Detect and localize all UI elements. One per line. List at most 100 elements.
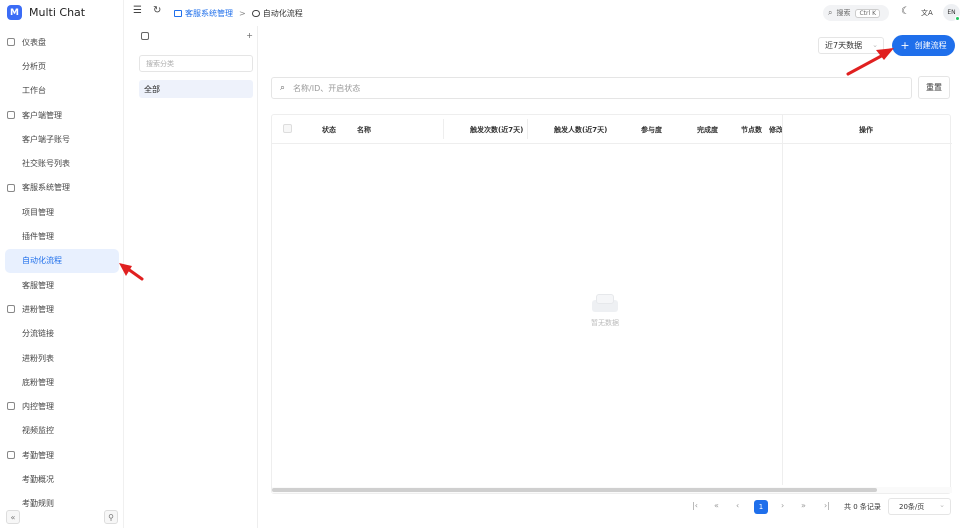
- scrollbar-thumb[interactable]: [272, 488, 877, 492]
- service-icon: [174, 10, 182, 17]
- sidebar-group-3[interactable]: 客户端管理: [0, 103, 124, 127]
- add-category-button[interactable]: +: [246, 31, 253, 40]
- reset-button[interactable]: 重置: [918, 76, 950, 99]
- create-flow-label: 创建流程: [914, 41, 947, 50]
- theme-toggle-icon[interactable]: ☾: [901, 6, 910, 17]
- search-icon: ⌕: [828, 8, 833, 17]
- breadcrumb-separator: >: [239, 9, 246, 18]
- sidebar-item-label: 客户端管理: [22, 110, 62, 120]
- column-completion[interactable]: 完成度: [697, 125, 718, 135]
- app-root: M Multi Chat 仪表盘 分析页 工作台 客户端管理 客户端子账号 社交账号列表客…: [0, 0, 967, 528]
- sidebar: M Multi Chat 仪表盘 分析页 工作台 客户端管理 客户端子账号 社交账号列表客…: [0, 0, 124, 528]
- last-page-icon[interactable]: ›|: [824, 501, 830, 510]
- sidebar-item-label: 自动化流程: [22, 256, 62, 266]
- logo-icon: M: [7, 5, 22, 20]
- sidebar-item-4[interactable]: 客户端子账号: [0, 127, 124, 151]
- category-panel: + 搜索分类 全部: [133, 26, 258, 528]
- sidebar-item-label: 底粉管理: [22, 377, 54, 387]
- period-select[interactable]: 近7天数据 ⌄: [818, 37, 884, 54]
- sidebar-item-10[interactable]: 客服管理: [0, 273, 124, 297]
- sidebar-item-16[interactable]: 视频监控: [0, 419, 124, 443]
- horizontal-scrollbar[interactable]: [272, 487, 952, 493]
- flow-icon: [251, 10, 260, 17]
- service-icon: [7, 183, 15, 192]
- sidebar-item-label: 工作台: [22, 86, 46, 96]
- sidebar-item-7[interactable]: 项目管理: [0, 200, 124, 224]
- flow-filter-input[interactable]: ⌕ 名称/ID、开启状态: [271, 77, 912, 99]
- refresh-icon[interactable]: ↻: [153, 5, 161, 16]
- topbar: ☰ ↻ 客服系统管理 > 自动化流程 ⌕ 搜索 Ctrl K ☾ 文A EN: [124, 0, 967, 26]
- sidebar-item-label: 客服系统管理: [22, 183, 70, 193]
- sidebar-item-13[interactable]: 进粉列表: [0, 346, 124, 370]
- sidebar-item-label: 进粉列表: [22, 353, 54, 363]
- column-trigger-users[interactable]: 触发人数(近7天): [554, 125, 607, 135]
- language-label: EN: [947, 9, 956, 16]
- sidebar-item-8[interactable]: 插件管理: [0, 224, 124, 248]
- table-header: 状态 名称 触发次数(近7天) 触发人数(近7天) 参与度 完成度 节点数 修改…: [272, 115, 952, 144]
- sidebar-item-2[interactable]: 工作台: [0, 79, 124, 103]
- next-five-icon[interactable]: »: [801, 501, 806, 510]
- translate-icon[interactable]: 文A: [921, 8, 933, 18]
- page-size-value: 20条/页: [899, 502, 925, 511]
- sidebar-item-label: 考勤概况: [22, 474, 54, 484]
- global-search[interactable]: ⌕ 搜索 Ctrl K: [823, 5, 889, 21]
- page-button-current[interactable]: 1: [754, 500, 768, 514]
- next-page-icon[interactable]: ›: [781, 501, 784, 510]
- category-search-input[interactable]: 搜索分类: [139, 55, 253, 72]
- category-header: +: [141, 31, 253, 44]
- empty-box-icon: [590, 292, 620, 314]
- user-add-icon: [7, 305, 15, 314]
- sidebar-item-14[interactable]: 底粉管理: [0, 370, 124, 394]
- sidebar-footer: « ⚲: [0, 510, 124, 528]
- dashboard-icon: [7, 38, 15, 46]
- prev-five-icon[interactable]: «: [714, 501, 719, 510]
- column-participation[interactable]: 参与度: [641, 125, 662, 135]
- sidebar-item-label: 内控管理: [22, 402, 54, 412]
- flow-filter-placeholder: 名称/ID、开启状态: [293, 83, 361, 93]
- create-flow-button[interactable]: + 创建流程: [892, 35, 955, 56]
- user-icon: [7, 110, 15, 119]
- app-logo[interactable]: M Multi Chat: [7, 4, 85, 21]
- column-status[interactable]: 状态: [322, 125, 336, 135]
- menu-toggle-icon[interactable]: ☰: [133, 5, 142, 16]
- select-all-checkbox[interactable]: [283, 124, 292, 133]
- sidebar-item-label: 社交账号列表: [22, 159, 70, 169]
- page-size-select[interactable]: 20条/页 ⌄: [888, 498, 951, 515]
- sidebar-group-6[interactable]: 客服系统管理: [0, 176, 124, 200]
- column-node-count[interactable]: 节点数: [741, 125, 762, 135]
- online-status-dot: [955, 16, 960, 21]
- user-avatar[interactable]: EN: [943, 4, 960, 21]
- sidebar-item-1[interactable]: 分析页: [0, 54, 124, 78]
- empty-text: 暂无数据: [591, 319, 619, 327]
- folder-icon: [141, 32, 149, 40]
- sidebar-group-17[interactable]: 考勤管理: [0, 443, 124, 467]
- sidebar-item-9[interactable]: 自动化流程: [5, 248, 119, 273]
- pin-sidebar-button[interactable]: ⚲: [104, 510, 118, 524]
- column-divider: [443, 119, 444, 139]
- sidebar-nav: 仪表盘 分析页工作台客户端管理客户端子账号 社交账号列表 客服系统管理项目管理 插件管理…: [0, 30, 124, 516]
- column-trigger-count[interactable]: 触发次数(近7天): [470, 125, 523, 135]
- sidebar-group-11[interactable]: 进粉管理: [0, 297, 124, 321]
- first-page-icon[interactable]: |‹: [692, 501, 698, 510]
- empty-state: 暂无数据: [590, 292, 620, 328]
- collapse-sidebar-button[interactable]: «: [6, 510, 20, 524]
- total-records: 共 0 条记录: [844, 503, 881, 511]
- chevron-down-icon: ⌄: [939, 501, 945, 509]
- sidebar-item-12[interactable]: 分流链接: [0, 322, 124, 346]
- sidebar-item-18[interactable]: 考勤概况: [0, 467, 124, 491]
- sidebar-item-5[interactable]: 社交账号列表: [0, 151, 124, 175]
- column-name[interactable]: 名称: [357, 125, 371, 135]
- sidebar-group-0[interactable]: 仪表盘: [0, 30, 124, 54]
- category-item-all[interactable]: 全部: [139, 80, 253, 98]
- sidebar-item-label: 考勤管理: [22, 450, 54, 460]
- sidebar-group-15[interactable]: 内控管理: [0, 394, 124, 418]
- sidebar-item-label: 视频监控: [22, 426, 54, 436]
- sidebar-item-label: 客户端子账号: [22, 134, 70, 144]
- column-modified[interactable]: 修改: [769, 125, 783, 135]
- breadcrumb-parent[interactable]: 客服系统管理: [185, 8, 233, 19]
- app-title: Multi Chat: [29, 6, 86, 19]
- column-actions: 操作: [859, 126, 873, 134]
- period-select-value: 近7天数据: [825, 41, 863, 50]
- prev-page-icon[interactable]: ‹: [736, 501, 739, 510]
- sidebar-item-label: 进粉管理: [22, 304, 54, 314]
